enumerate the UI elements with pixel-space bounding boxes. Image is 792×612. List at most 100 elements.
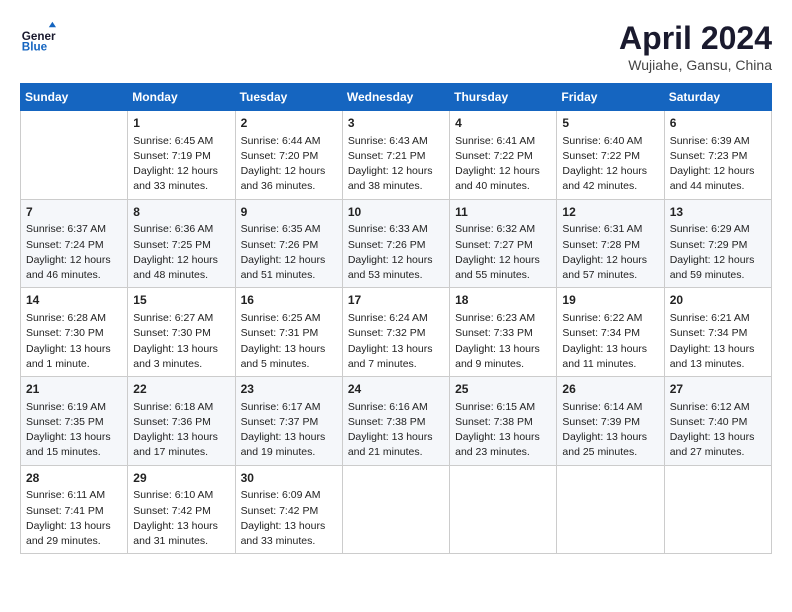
calendar-cell: 3 Sunrise: 6:43 AM Sunset: 7:21 PM Daylig… [342,111,449,200]
day-number: 18 [455,292,551,309]
day-number: 9 [241,204,337,221]
day-number: 11 [455,204,551,221]
day-of-week-header: Friday [557,84,664,111]
cell-info: Sunrise: 6:40 AM Sunset: 7:22 PM Dayligh… [562,134,658,195]
day-of-week-header: Wednesday [342,84,449,111]
cell-info: Sunrise: 6:36 AM Sunset: 7:25 PM Dayligh… [133,222,229,283]
day-number: 15 [133,292,229,309]
day-number: 22 [133,381,229,398]
calendar-cell: 2 Sunrise: 6:44 AM Sunset: 7:20 PM Daylig… [235,111,342,200]
day-number: 4 [455,115,551,132]
cell-info: Sunrise: 6:22 AM Sunset: 7:34 PM Dayligh… [562,311,658,372]
cell-info: Sunrise: 6:12 AM Sunset: 7:40 PM Dayligh… [670,400,766,461]
cell-info: Sunrise: 6:21 AM Sunset: 7:34 PM Dayligh… [670,311,766,372]
cell-info: Sunrise: 6:25 AM Sunset: 7:31 PM Dayligh… [241,311,337,372]
cell-info: Sunrise: 6:11 AM Sunset: 7:41 PM Dayligh… [26,488,122,549]
location: Wujiahe, Gansu, China [619,57,772,73]
day-number: 3 [348,115,444,132]
day-of-week-header: Monday [128,84,235,111]
day-number: 24 [348,381,444,398]
calendar-cell: 25Sunrise: 6:15 AM Sunset: 7:38 PM Dayli… [450,377,557,466]
calendar-week-row: 28Sunrise: 6:11 AM Sunset: 7:41 PM Dayli… [21,465,772,554]
cell-info: Sunrise: 6:19 AM Sunset: 7:35 PM Dayligh… [26,400,122,461]
day-number: 29 [133,470,229,487]
day-number: 27 [670,381,766,398]
calendar-cell: 7Sunrise: 6:37 AM Sunset: 7:24 PM Daylig… [21,199,128,288]
cell-info: Sunrise: 6:28 AM Sunset: 7:30 PM Dayligh… [26,311,122,372]
calendar-cell: 19 Sunrise: 6:22 AM Sunset: 7:34 PM Dayli… [557,288,664,377]
calendar-cell: 24 Sunrise: 6:16 AM Sunset: 7:38 PM Dayli… [342,377,449,466]
calendar-cell: 13Sunrise: 6:29 AM Sunset: 7:29 PM Dayli… [664,199,771,288]
day-of-week-header: Thursday [450,84,557,111]
cell-info: Sunrise: 6:37 AM Sunset: 7:24 PM Dayligh… [26,222,122,283]
day-number: 26 [562,381,658,398]
cell-info: Sunrise: 6:43 AM Sunset: 7:21 PM Dayligh… [348,134,444,195]
calendar-cell [342,465,449,554]
title-block: April 2024 Wujiahe, Gansu, China [619,20,772,73]
day-of-week-header: Sunday [21,84,128,111]
day-number: 28 [26,470,122,487]
day-number: 8 [133,204,229,221]
day-number: 17 [348,292,444,309]
calendar-cell: 17 Sunrise: 6:24 AM Sunset: 7:32 PM Dayli… [342,288,449,377]
calendar-cell: 22 Sunrise: 6:18 AM Sunset: 7:36 PM Dayli… [128,377,235,466]
day-number: 7 [26,204,122,221]
cell-info: Sunrise: 6:32 AM Sunset: 7:27 PM Dayligh… [455,222,551,283]
calendar-cell: 26 Sunrise: 6:14 AM Sunset: 7:39 PM Dayli… [557,377,664,466]
day-of-week-header: Saturday [664,84,771,111]
calendar-cell: 11Sunrise: 6:32 AM Sunset: 7:27 PM Dayli… [450,199,557,288]
cell-info: Sunrise: 6:18 AM Sunset: 7:36 PM Dayligh… [133,400,229,461]
day-of-week-header: Tuesday [235,84,342,111]
calendar-week-row: 14 Sunrise: 6:28 AM Sunset: 7:30 PM Dayli… [21,288,772,377]
cell-info: Sunrise: 6:10 AM Sunset: 7:42 PM Dayligh… [133,488,229,549]
calendar-cell: 30Sunrise: 6:09 AM Sunset: 7:42 PM Dayli… [235,465,342,554]
calendar-cell: 18 Sunrise: 6:23 AM Sunset: 7:33 PM Dayli… [450,288,557,377]
day-number: 23 [241,381,337,398]
calendar-cell: 12Sunrise: 6:31 AM Sunset: 7:28 PM Dayli… [557,199,664,288]
cell-info: Sunrise: 6:31 AM Sunset: 7:28 PM Dayligh… [562,222,658,283]
cell-info: Sunrise: 6:44 AM Sunset: 7:20 PM Dayligh… [241,134,337,195]
calendar-cell: 15 Sunrise: 6:27 AM Sunset: 7:30 PM Dayli… [128,288,235,377]
day-number: 19 [562,292,658,309]
calendar-cell [557,465,664,554]
calendar-table: SundayMondayTuesdayWednesdayThursdayFrid… [20,83,772,554]
cell-info: Sunrise: 6:27 AM Sunset: 7:30 PM Dayligh… [133,311,229,372]
calendar-cell: 4Sunrise: 6:41 AM Sunset: 7:22 PM Daylig… [450,111,557,200]
svg-text:Blue: Blue [22,41,48,54]
day-number: 6 [670,115,766,132]
day-number: 25 [455,381,551,398]
calendar-cell: 10Sunrise: 6:33 AM Sunset: 7:26 PM Dayli… [342,199,449,288]
cell-info: Sunrise: 6:16 AM Sunset: 7:38 PM Dayligh… [348,400,444,461]
calendar-cell: 5 Sunrise: 6:40 AM Sunset: 7:22 PM Daylig… [557,111,664,200]
calendar-cell: 6 Sunrise: 6:39 AM Sunset: 7:23 PM Daylig… [664,111,771,200]
calendar-cell: 20Sunrise: 6:21 AM Sunset: 7:34 PM Dayli… [664,288,771,377]
logo-icon: General Blue [20,20,56,56]
calendar-cell: 21 Sunrise: 6:19 AM Sunset: 7:35 PM Dayli… [21,377,128,466]
day-number: 30 [241,470,337,487]
calendar-cell: 8Sunrise: 6:36 AM Sunset: 7:25 PM Daylig… [128,199,235,288]
cell-info: Sunrise: 6:14 AM Sunset: 7:39 PM Dayligh… [562,400,658,461]
calendar-cell: 1Sunrise: 6:45 AM Sunset: 7:19 PM Daylig… [128,111,235,200]
calendar-week-row: 21 Sunrise: 6:19 AM Sunset: 7:35 PM Dayli… [21,377,772,466]
cell-info: Sunrise: 6:29 AM Sunset: 7:29 PM Dayligh… [670,222,766,283]
calendar-cell: 23 Sunrise: 6:17 AM Sunset: 7:37 PM Dayli… [235,377,342,466]
calendar-cell: 14 Sunrise: 6:28 AM Sunset: 7:30 PM Dayli… [21,288,128,377]
calendar-cell: 28Sunrise: 6:11 AM Sunset: 7:41 PM Dayli… [21,465,128,554]
day-number: 2 [241,115,337,132]
cell-info: Sunrise: 6:24 AM Sunset: 7:32 PM Dayligh… [348,311,444,372]
cell-info: Sunrise: 6:09 AM Sunset: 7:42 PM Dayligh… [241,488,337,549]
day-number: 14 [26,292,122,309]
cell-info: Sunrise: 6:17 AM Sunset: 7:37 PM Dayligh… [241,400,337,461]
cell-info: Sunrise: 6:23 AM Sunset: 7:33 PM Dayligh… [455,311,551,372]
calendar-cell [450,465,557,554]
day-number: 5 [562,115,658,132]
day-number: 12 [562,204,658,221]
day-number: 13 [670,204,766,221]
cell-info: Sunrise: 6:39 AM Sunset: 7:23 PM Dayligh… [670,134,766,195]
calendar-cell [664,465,771,554]
calendar-week-row: 1Sunrise: 6:45 AM Sunset: 7:19 PM Daylig… [21,111,772,200]
cell-info: Sunrise: 6:35 AM Sunset: 7:26 PM Dayligh… [241,222,337,283]
day-number: 21 [26,381,122,398]
calendar-cell: 16Sunrise: 6:25 AM Sunset: 7:31 PM Dayli… [235,288,342,377]
calendar-cell: 29Sunrise: 6:10 AM Sunset: 7:42 PM Dayli… [128,465,235,554]
